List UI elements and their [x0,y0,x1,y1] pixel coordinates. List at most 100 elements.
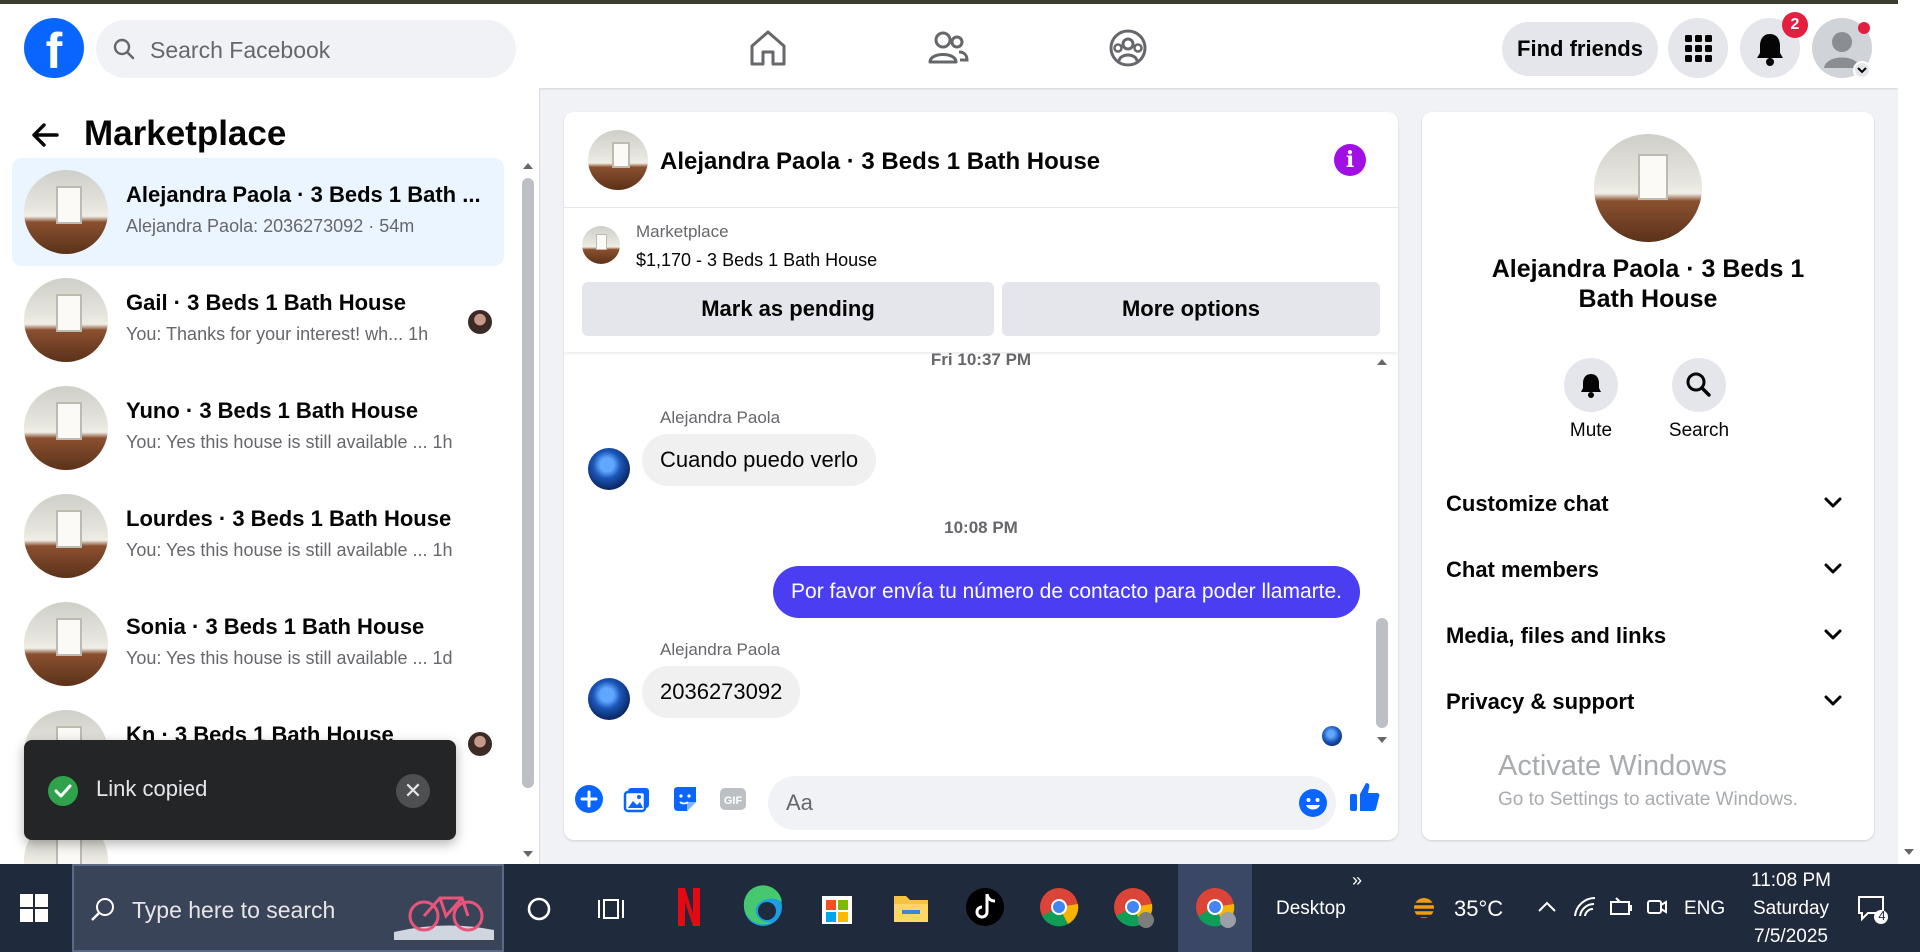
scroll-down-icon[interactable] [522,848,534,860]
photo-icon[interactable] [622,784,652,814]
wifi-icon[interactable] [1572,894,1598,920]
search-conversation-button[interactable]: Search [1654,358,1744,442]
find-friends-button[interactable]: Find friends [1502,22,1658,76]
section-customize-chat[interactable]: Customize chat [1446,478,1850,530]
conversation-info-panel: Alejandra Paola · 3 Beds 1 Bath House Mu… [1422,112,1874,840]
sticker-icon[interactable] [670,784,700,814]
chevron-down-icon [1824,695,1842,706]
listing-thumbnail [24,278,108,362]
link-copied-toast: Link copied ✕ [24,740,456,840]
like-icon[interactable] [1348,780,1382,814]
tray-expand-icon[interactable] [1536,898,1558,916]
search-facebook-input[interactable]: Search Facebook [96,20,516,78]
chat-header: Alejandra Paola · 3 Beds 1 Bath House i [564,112,1398,208]
menu-button[interactable] [1668,18,1728,78]
clock-time[interactable]: 11:08 PM [1746,870,1836,892]
listing-price[interactable]: $1,170 - 3 Beds 1 Bath House [636,250,877,271]
svg-text:GIF: GIF [724,795,743,807]
page-scrollbar[interactable] [1898,0,1920,864]
weather-icon[interactable] [1406,890,1442,926]
mute-button[interactable]: Mute [1546,358,1636,442]
plus-icon[interactable] [574,784,604,814]
message-input[interactable]: Aa [768,776,1336,830]
scrollbar-thumb[interactable] [1376,618,1388,728]
chat-title[interactable]: Alejandra Paola · 3 Beds 1 Bath House [660,148,1100,176]
section-label: Media, files and links [1446,623,1667,648]
chat-scrollbar[interactable] [1376,356,1388,746]
message-sender: Alejandra Paola [660,408,781,427]
chrome-profile-icon[interactable] [1104,878,1162,936]
back-arrow-icon[interactable] [30,120,60,150]
weather-temperature[interactable]: 35°C [1454,896,1503,922]
gif-icon[interactable]: GIF [718,784,748,814]
incoming-message[interactable]: Cuando puedo verlo [642,434,877,486]
section-label: Privacy & support [1446,689,1635,714]
task-view-icon[interactable] [596,896,626,922]
clock-date[interactable]: 7/5/2025 [1746,926,1836,948]
meet-now-icon[interactable] [1644,894,1670,920]
tiktok-icon[interactable] [956,878,1014,936]
toast-close-button[interactable]: ✕ [396,774,430,808]
language-indicator[interactable]: ENG [1684,898,1725,920]
facebook-logo[interactable]: f [24,18,84,79]
section-media-files-links[interactable]: Media, files and links [1446,610,1850,662]
seen-avatar [468,310,492,334]
windows-taskbar: Type here to search Desktop » 35°C ENG 1… [0,864,1920,952]
taskbar-search-box[interactable]: Type here to search [72,864,504,952]
notification-badge: 2 [1782,12,1808,38]
chrome-icon[interactable] [1030,878,1088,936]
thread-item[interactable]: Alejandra Paola · 3 Beds 1 Bath ... Alej… [12,158,504,266]
windows-start-icon[interactable] [20,894,48,922]
thread-item[interactable]: Yuno · 3 Beds 1 Bath House You: Yes this… [12,374,504,482]
battery-icon[interactable] [1608,894,1634,920]
listing-thumbnail[interactable] [1594,134,1702,242]
taskbar-search-placeholder: Type here to search [132,897,336,923]
activate-subtitle: Go to Settings to activate Windows. [1498,789,1798,810]
sidebar-scrollbar[interactable] [522,160,534,788]
desktop-toolbar-label[interactable]: Desktop [1276,898,1346,920]
emoji-icon[interactable] [1298,788,1328,818]
file-explorer-icon[interactable] [882,878,940,936]
scrollbar-thumb[interactable] [522,178,534,788]
sender-avatar[interactable] [588,678,630,720]
read-receipt-avatar [1322,726,1342,746]
more-options-button[interactable]: More options [1002,282,1380,336]
cortana-icon[interactable] [526,896,552,922]
thread-item[interactable]: Gail · 3 Beds 1 Bath House You: Thanks f… [12,266,504,374]
clock-day[interactable]: Saturday [1746,898,1836,920]
incoming-message[interactable]: 2036273092 [642,666,801,718]
listing-thumbnail[interactable] [582,226,620,264]
thread-item[interactable]: Sonia · 3 Beds 1 Bath House You: Yes thi… [12,590,504,698]
section-chat-members[interactable]: Chat members [1446,544,1850,596]
mark-as-pending-button[interactable]: Mark as pending [582,282,994,336]
section-privacy-support[interactable]: Privacy & support [1446,676,1850,728]
scroll-up-icon[interactable] [1376,356,1388,368]
edge-icon[interactable] [734,878,792,936]
scroll-down-icon[interactable] [1376,734,1388,746]
info-icon[interactable]: i [1334,144,1366,176]
scroll-down-icon[interactable] [1903,846,1915,858]
scroll-up-icon[interactable] [522,160,534,172]
thread-name: Yuno · 3 Beds 1 Bath House [126,398,419,423]
thread-item[interactable]: Lourdes · 3 Beds 1 Bath House You: Yes t… [12,482,504,590]
listing-thumbnail[interactable] [588,130,648,190]
mute-label: Mute [1569,420,1613,441]
search-icon [91,898,114,921]
groups-icon[interactable] [1106,26,1150,70]
listing-thumbnail [24,602,108,686]
friends-icon[interactable] [926,26,970,70]
bell-icon [1581,374,1601,398]
action-center-count: 4 [1878,908,1886,923]
toolbar-overflow-chevron[interactable]: » [1352,870,1362,891]
home-icon[interactable] [746,26,790,70]
message-timestamp: Fri 10:37 PM [930,350,1032,369]
thread-preview: You: Yes this house is still available .… [126,432,453,452]
activate-title: Activate Windows [1498,750,1727,782]
sender-avatar[interactable] [588,448,630,490]
outgoing-message[interactable]: Por favor envía tu número de contacto pa… [773,566,1360,618]
chrome-active-icon[interactable] [1186,878,1244,936]
account-avatar[interactable] [1812,18,1872,79]
netflix-icon[interactable] [660,878,718,936]
seen-avatar [468,732,492,756]
microsoft-store-icon[interactable] [808,878,866,936]
